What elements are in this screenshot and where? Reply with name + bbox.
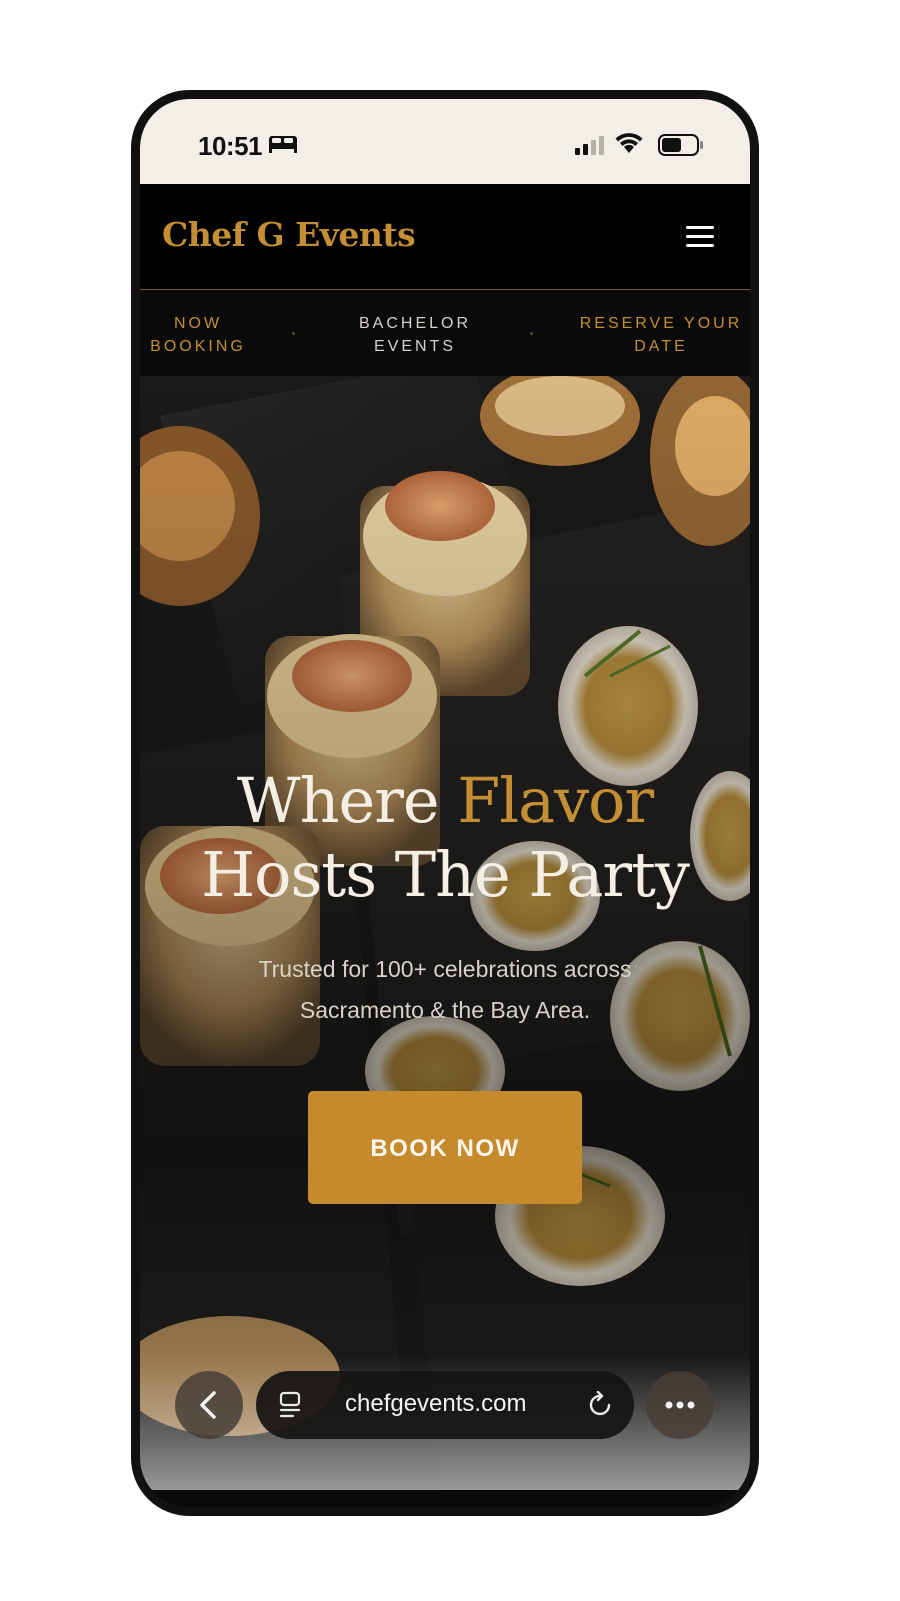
- status-time: 10:51: [198, 131, 263, 161]
- ticker-item-now-booking: NOW BOOKING: [144, 312, 252, 358]
- menu-line: [686, 235, 714, 238]
- ticker-separator: [292, 332, 295, 335]
- ticker-item-reserve-date: RESERVE YOUR DATE: [566, 312, 750, 358]
- announcement-ticker: NOW BOOKING BACHELOR EVENTS RESERVE YOUR…: [140, 290, 750, 376]
- more-dots-icon: [665, 1401, 695, 1409]
- ticker-line: BOOKING: [150, 338, 246, 355]
- battery-icon: [658, 134, 703, 156]
- ticker-line: RESERVE YOUR: [579, 315, 743, 332]
- tabs-icon[interactable]: [279, 1391, 303, 1419]
- menu-line: [686, 226, 714, 229]
- hero-subtitle-line2: Sacramento & the Bay Area.: [299, 997, 591, 1023]
- hero-section: Where Flavor Hosts The Party Trusted for…: [140, 376, 750, 1490]
- hero-title-line2: Hosts The Party: [201, 838, 690, 911]
- book-now-button[interactable]: BOOK NOW: [308, 1091, 582, 1204]
- hero-subtitle: Trusted for 100+ celebrations across Sac…: [140, 949, 750, 1031]
- browser-back-button[interactable]: [175, 1371, 243, 1439]
- site-header: Chef G Events: [140, 184, 750, 290]
- screen: 10:51 Chef G Events NOW BOOKING BACHELOR…: [140, 99, 750, 1507]
- back-arrow-icon: [200, 1391, 216, 1419]
- ticker-line: DATE: [634, 338, 688, 355]
- browser-url-bar[interactable]: chefgevents.com: [256, 1371, 634, 1439]
- menu-line: [686, 244, 714, 247]
- brand-logo[interactable]: Chef G Events: [162, 215, 416, 254]
- wifi-icon: [615, 133, 643, 153]
- browser-more-button[interactable]: [646, 1371, 714, 1439]
- ticker-separator: [530, 332, 533, 335]
- ticker-line: BACHELOR: [358, 315, 472, 332]
- ticker-line: NOW: [173, 315, 223, 332]
- url-text: chefgevents.com: [345, 1390, 527, 1417]
- bed-icon: [269, 136, 297, 153]
- hamburger-menu-icon[interactable]: [686, 226, 714, 248]
- hero-title: Where Flavor Hosts The Party: [140, 764, 750, 912]
- hero-title-part1: Where: [236, 764, 458, 837]
- hero-title-accent: Flavor: [457, 764, 654, 837]
- hero-overlay: [140, 376, 750, 1490]
- ticker-line: EVENTS: [373, 338, 456, 355]
- phone-frame: 10:51 Chef G Events NOW BOOKING BACHELOR…: [131, 90, 759, 1516]
- reload-icon[interactable]: [588, 1391, 614, 1419]
- signal-icon: [575, 136, 604, 155]
- ticker-item-bachelor-events: BACHELOR EVENTS: [340, 312, 490, 358]
- status-bar: 10:51: [140, 99, 750, 184]
- hero-subtitle-line1: Trusted for 100+ celebrations across: [258, 956, 632, 982]
